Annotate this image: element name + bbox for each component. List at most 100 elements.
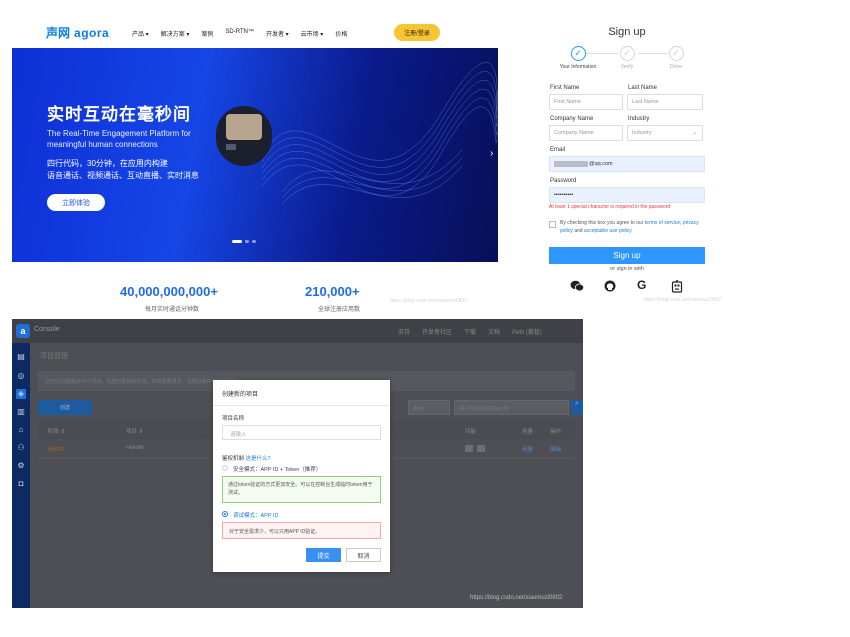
step-label: Done: [670, 64, 682, 70]
email-input[interactable]: @qq.com: [549, 156, 705, 172]
project-name-input[interactable]: 请输入: [222, 425, 381, 440]
last-name-input[interactable]: Last Name: [627, 94, 703, 110]
row-stage: 测试中: [48, 447, 65, 453]
signup-steps: ✓ Your Information ✓ Verify ✓ Done: [546, 46, 716, 72]
cancel-button[interactable]: 取消: [346, 548, 381, 562]
signup-button[interactable]: Sign up: [549, 247, 705, 264]
top-link-download[interactable]: 下载: [464, 327, 476, 336]
secure-mode-radio[interactable]: [222, 465, 228, 471]
hero-description-line-1: 四行代码，30分钟，在应用内构建: [47, 159, 168, 168]
watermark: https://blog.csdn.net/xiaomuzi0802: [470, 595, 563, 601]
search-icon[interactable]: ⌕: [571, 400, 583, 415]
create-project-dialog: 创建新的项目 项目名称 请输入 鉴权机制 这是什么? 安全模式：APP ID +…: [213, 380, 390, 572]
dialog-divider: [213, 405, 390, 406]
video-call-mockup: [216, 106, 272, 166]
settings-icon[interactable]: ⚙: [16, 461, 26, 471]
hero-description: 四行代码，30分钟，在应用内构建 语音通话、视频通话、互动直播、实时消息: [47, 158, 227, 182]
step-label: Verify: [620, 64, 634, 70]
github-icon[interactable]: [604, 280, 616, 292]
project-search-input[interactable]: 输入项目名称或App ID: [454, 400, 569, 415]
company-name-label: Company Name: [550, 116, 594, 122]
home-icon[interactable]: ⌂: [16, 425, 26, 435]
agree-checkbox[interactable]: [549, 221, 556, 228]
secure-mode-description: 通过token验证的方式更加安全。可以在控制台生成临时token用于测试。: [222, 476, 381, 503]
nav-item-products[interactable]: 产品 ▾: [132, 29, 149, 38]
terms-link[interactable]: terms of service: [645, 220, 680, 226]
row-usage-link[interactable]: 用量: [522, 445, 533, 453]
carousel-dot[interactable]: [245, 240, 249, 243]
nav-item-developers[interactable]: 开发者 ▾: [266, 29, 289, 38]
carousel-next-icon[interactable]: ›: [490, 148, 493, 159]
projects-icon[interactable]: ◈: [16, 389, 26, 399]
column-usage: 用量: [522, 429, 534, 435]
feature-icon[interactable]: [477, 445, 485, 452]
nav-item-cases[interactable]: 案例: [201, 29, 213, 38]
or-sign-in-text: or sign in with: [610, 266, 644, 272]
register-login-button[interactable]: 注册/登录: [394, 24, 440, 41]
members-icon[interactable]: ⚇: [16, 443, 26, 453]
signup-panel: Sign up ✓ Your Information ✓ Verify ✓ Do…: [540, 22, 721, 303]
nav-item-sdrtn[interactable]: SD-RTN™: [225, 29, 254, 38]
overview-icon[interactable]: ▤: [16, 352, 26, 362]
agree-prefix: By checking this box you agree to our: [560, 220, 644, 226]
hero-banner: 实时互动在毫秒间 The Real-Time Engagement Platfo…: [12, 48, 498, 262]
nav-item-pricing[interactable]: 价格: [335, 29, 347, 38]
page-title: 项目管理: [40, 353, 68, 360]
logo-cn: 声网: [46, 26, 71, 40]
top-link-docs[interactable]: 文档: [488, 327, 500, 336]
dashboard-icon[interactable]: ◎: [16, 371, 26, 381]
try-now-button[interactable]: 立即体验: [47, 194, 105, 211]
acceptable-use-link[interactable]: acceptable use policy: [584, 228, 632, 234]
password-error: At least 1 special character is required…: [549, 204, 671, 210]
carousel-dot[interactable]: [232, 240, 242, 243]
usage-icon[interactable]: ▥: [16, 407, 26, 417]
secure-mode-label[interactable]: 安全模式：APP ID + Token（推荐）: [233, 465, 321, 473]
company-name-input[interactable]: Company Name: [549, 125, 623, 141]
console-logo-icon[interactable]: a: [16, 324, 30, 338]
debug-mode-radio[interactable]: [222, 511, 228, 517]
stat-apps-value: 210,000+: [305, 284, 360, 299]
google-icon[interactable]: G: [637, 278, 646, 292]
top-nav: 声网 agora 产品 ▾ 解决方案 ▾ 案例 SD-RTN™ 开发者 ▾ 云市…: [12, 16, 498, 48]
password-input[interactable]: ••••••••••: [549, 187, 705, 203]
row-edit-link[interactable]: 编辑: [550, 445, 561, 453]
user-menu[interactable]: Petit (黄智): [512, 327, 542, 336]
debug-mode-label[interactable]: 调试模式：APP ID: [233, 511, 278, 519]
first-name-input[interactable]: First Name: [549, 94, 623, 110]
stat-apps-label: 全球注册应用数: [318, 307, 361, 312]
auth-help-link[interactable]: 这是什么?: [246, 456, 271, 462]
submit-button[interactable]: 提交: [306, 548, 341, 562]
project-name-label: 项目名称: [222, 416, 245, 422]
agree-and: and: [574, 228, 583, 234]
feature-icon[interactable]: [465, 445, 473, 452]
carousel-dot[interactable]: [252, 240, 256, 243]
watermark: https://blog.csdn.net/xiaomuzi0802: [644, 297, 721, 303]
check-icon: ✓: [668, 46, 684, 61]
wechat-icon[interactable]: [570, 280, 584, 292]
column-stage[interactable]: 阶段 ⇕: [48, 427, 65, 435]
stat-minutes-value: 40,000,000,000+: [120, 284, 218, 299]
console-screenshot: a Console 支持 开发者社区 下载 文档 Petit (黄智) ▤ ◎ …: [12, 319, 583, 608]
create-project-button[interactable]: 创建: [38, 400, 92, 415]
debug-mode-description: 对于安全需求少，可以只用APP ID验证。: [222, 522, 381, 539]
column-actions: 操作: [550, 429, 562, 435]
auth-label-text: 鉴权机制: [222, 456, 245, 462]
nav-item-solutions[interactable]: 解决方案 ▾: [161, 29, 190, 38]
agora-logo[interactable]: 声网 agora: [46, 24, 109, 41]
dialog-title: 创建新的项目: [222, 392, 259, 398]
robot-icon[interactable]: [671, 280, 683, 293]
camera-icon[interactable]: ◘: [16, 479, 26, 489]
top-link-community[interactable]: 开发者社区: [422, 327, 452, 336]
carousel-dots: [232, 240, 256, 243]
industry-select[interactable]: Industry ⌄: [627, 125, 703, 141]
industry-label: Industry: [628, 116, 650, 122]
logo-en: agora: [74, 25, 110, 40]
watermark: https://blog.csdn.net/xiaomuzi0802: [390, 298, 467, 304]
top-link-support[interactable]: 支持: [398, 327, 410, 336]
console-topbar: a Console 支持 开发者社区 下载 文档 Petit (黄智): [12, 319, 583, 343]
nav-item-marketplace[interactable]: 云市场 ▾: [301, 29, 324, 38]
status-filter[interactable]: 启用: [408, 400, 450, 415]
step-verify: ✓ Verify: [602, 46, 652, 70]
column-project[interactable]: 项目 ⇕: [126, 427, 143, 435]
hero-subtitle: The Real-Time Engagement Platform for me…: [47, 129, 191, 149]
